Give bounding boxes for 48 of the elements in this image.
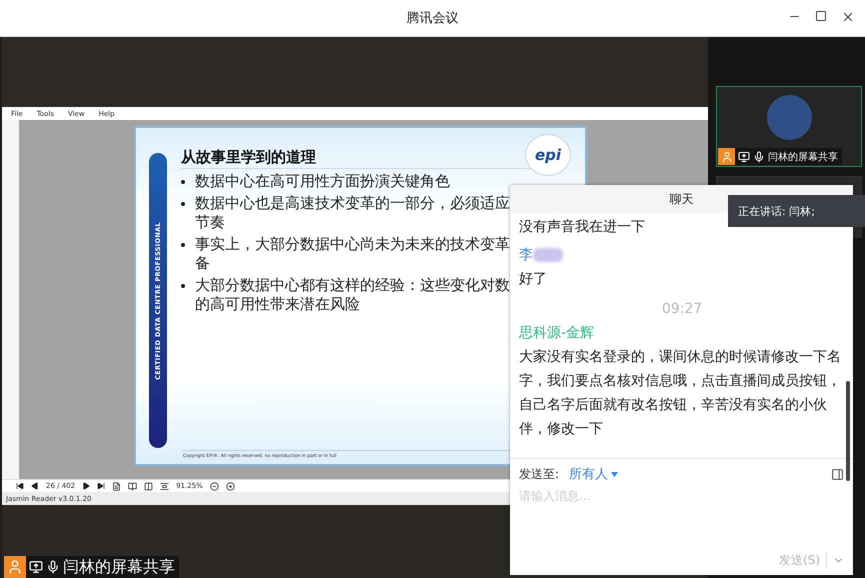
close-icon[interactable] — [841, 10, 855, 24]
person-icon — [4, 556, 26, 578]
message-text: 没有声音我在进一下 — [519, 218, 646, 237]
slide-text: 的高可用性带来潜在风险 — [195, 295, 361, 314]
panel-icon[interactable] — [831, 468, 844, 480]
participant-tile[interactable]: 闫林的屏幕共享 — [716, 86, 862, 167]
slide-text: 数据中心也是高速技术变革的一部分，必须适应 — [195, 194, 510, 213]
bookmark-icon[interactable] — [128, 482, 138, 490]
bullet-icon — [181, 243, 185, 247]
zoom-out-icon[interactable] — [210, 482, 219, 490]
bullet-icon — [181, 284, 185, 288]
first-page-icon[interactable] — [16, 482, 24, 490]
previous-page-icon[interactable] — [31, 482, 39, 490]
zoom-in-icon[interactable] — [226, 482, 235, 490]
message-text: 大家没有实名登录的，课间休息的时候请修改一下名字，我们要点名核对信息哦，点击直播间成员按钮，自己名字后面就有改名按钮，辛苦没有实名的小伙伴，修改一下 — [519, 348, 842, 439]
scroll-view-icon[interactable] — [160, 482, 170, 490]
microphone-icon — [46, 560, 60, 574]
message-text: 好了 — [519, 270, 548, 289]
photo-placeholder — [766, 95, 812, 140]
screen-share-icon — [29, 560, 43, 574]
screen-share-icon — [738, 150, 750, 162]
slide-text: 大部分数据中心都有这样的经验：这些变化对数 — [195, 276, 510, 295]
speaking-text: 正在讲话: 闫林; — [738, 204, 815, 218]
caret-icon — [611, 472, 618, 476]
last-page-icon[interactable] — [97, 482, 106, 490]
participant-name: 闫林的屏幕共享 — [768, 150, 838, 164]
two-page-icon[interactable] — [144, 482, 154, 490]
slide-text: 节奏 — [195, 213, 226, 232]
slide-text: 备 — [195, 254, 211, 273]
slide-text: 数据中心在高可用性方面扮演关键角色 — [195, 172, 450, 191]
next-page-icon[interactable] — [82, 482, 90, 490]
message-time: 09:27 — [662, 301, 702, 317]
send-to-label: 发送至: — [519, 466, 560, 482]
window-title: 腾讯会议 — [406, 10, 458, 27]
sender-name: 李 — [519, 246, 533, 265]
microphone-icon — [753, 150, 765, 162]
slide-logo: epi — [525, 134, 571, 176]
single-page-icon[interactable] — [112, 482, 122, 490]
recipient-dropdown[interactable]: 所有人 — [569, 465, 618, 483]
scrollbar-thumb[interactable] — [846, 381, 850, 481]
bullet-icon — [181, 180, 185, 184]
person-icon — [718, 148, 735, 165]
maximize-icon[interactable] — [815, 10, 827, 22]
chat-title: 聊天 — [670, 190, 694, 208]
sender-name: 思科源-金辉 — [519, 324, 594, 343]
bullet-icon — [181, 202, 185, 206]
share-name: 闫林的屏幕共享 — [63, 556, 175, 578]
slide-text: 事实上，大部分数据中心尚未为未来的技术变革 — [195, 235, 510, 254]
